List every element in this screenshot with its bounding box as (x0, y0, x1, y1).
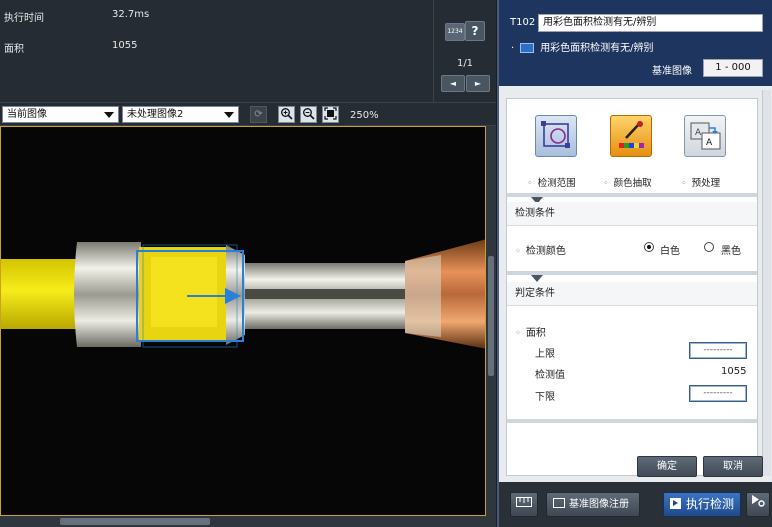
image-viewport[interactable] (0, 126, 486, 516)
ok-button[interactable]: 确定 (637, 456, 697, 477)
ref-image-label: 基准图像 (652, 66, 692, 77)
color-picker-icon (619, 121, 644, 148)
tool-name-field[interactable]: 用彩色面积检测有无/辨别 (538, 14, 763, 32)
settings-panel: AA ◦ 检测范围 ◦ 颜色抽取 ◦ 预处理 检测条件 ◦ 检测颜色 白色 黑色 判定条… (497, 86, 772, 482)
svg-text:A: A (695, 128, 702, 138)
upper-limit-label: 上限 (535, 349, 555, 360)
lower-limit-input[interactable]: --------- (689, 385, 747, 402)
number-display-button[interactable]: 1234 (445, 23, 465, 41)
image-source-dropdown-label: 未处理图像2 (127, 109, 184, 120)
inspection-image (1, 127, 485, 515)
scrollbar-thumb[interactable] (488, 256, 494, 376)
black-radio[interactable] (704, 242, 714, 252)
preprocess-button[interactable]: AA (684, 115, 726, 157)
refresh-icon: ⟳ (254, 109, 263, 120)
preprocess-icon: AA (690, 122, 721, 150)
section-divider (507, 419, 757, 423)
bottom-action-bar: 基准图像注册 执行检测 (497, 482, 772, 527)
zoom-out-button[interactable] (300, 106, 317, 123)
chevron-down-icon (104, 112, 114, 118)
exec-time-value: 32.7ms (112, 9, 150, 20)
viewport-horizontal-scrollbar[interactable] (0, 516, 496, 527)
svg-text:A: A (706, 138, 713, 148)
cancel-button[interactable]: 取消 (703, 456, 763, 477)
settings-card: AA ◦ 检测范围 ◦ 颜色抽取 ◦ 预处理 检测条件 ◦ 检测颜色 白色 黑色 判定条… (506, 98, 758, 476)
tool-header: T102 用彩色面积检测有无/辨别 · 用彩色面积检测有无/辨别 基准图像 1 -… (497, 0, 772, 86)
upper-limit-input[interactable]: --------- (689, 342, 747, 359)
scrollbar-thumb[interactable] (60, 518, 210, 525)
result-info-panel: 执行时间 32.7ms 面积 1055 (0, 0, 433, 103)
help-button[interactable]: ? (465, 21, 485, 41)
execute-detection-button[interactable]: 执行检测 (663, 492, 741, 517)
bullet-icon: · (511, 43, 515, 54)
detect-range-icon (541, 121, 570, 148)
detect-range-label: ◦ 检测范围 (527, 178, 576, 189)
area-label: 面积 (4, 44, 24, 55)
view-image-dropdown[interactable]: 当前图像 (2, 106, 119, 123)
white-radio[interactable] (644, 242, 654, 252)
ruler-icon (516, 497, 532, 507)
color-extract-button[interactable] (610, 115, 652, 157)
section-divider (507, 271, 757, 275)
detect-color-label: ◦ 检测颜色 (515, 246, 566, 257)
area-condition-label: ◦ 面积 (515, 328, 546, 339)
fit-to-window-button[interactable] (322, 106, 339, 123)
ref-image-select[interactable]: 1 - 000 (703, 59, 763, 77)
zoom-in-icon (281, 108, 293, 120)
prev-page-button[interactable]: ◄ (441, 75, 465, 92)
detect-range-button[interactable] (535, 115, 577, 157)
tool-id: T102 (510, 17, 536, 28)
black-label: 黑色 (721, 246, 741, 257)
gear-play-icon (752, 495, 765, 507)
color-extract-label: ◦ 颜色抽取 (603, 178, 652, 189)
zoom-level: 250% (350, 110, 379, 121)
execute-settings-button[interactable] (746, 492, 770, 517)
settings-scrollbar[interactable] (762, 90, 771, 476)
exec-time-label: 执行时间 (4, 13, 44, 24)
section-divider (507, 193, 757, 197)
caret-down-icon (531, 275, 543, 282)
area-value: 1055 (112, 40, 138, 51)
view-image-dropdown-label: 当前图像 (7, 109, 47, 120)
refresh-button[interactable]: ⟳ (250, 106, 267, 123)
measured-value-label: 检测值 (535, 370, 565, 381)
judge-condition-header: 判定条件 (507, 282, 757, 306)
register-image-icon (553, 498, 565, 508)
register-ref-image-button[interactable]: 基准图像注册 (546, 492, 640, 517)
zoom-in-button[interactable] (278, 106, 295, 123)
color-area-icon (520, 43, 535, 53)
image-toolbar: 当前图像 未处理图像2 ⟳ 250% (0, 103, 496, 126)
preprocess-label: ◦ 预处理 (681, 178, 721, 189)
tool-subtitle-text: 用彩色面积检测有无/辨别 (540, 43, 654, 54)
measured-value: 1055 (721, 366, 747, 377)
lower-limit-label: 下限 (535, 392, 555, 403)
viewport-vertical-scrollbar[interactable] (486, 126, 496, 516)
image-source-dropdown[interactable]: 未处理图像2 (122, 106, 239, 123)
chevron-down-icon (224, 112, 234, 118)
fit-window-icon (324, 107, 337, 120)
white-label: 白色 (660, 246, 680, 257)
detect-condition-header: 检测条件 (507, 202, 757, 226)
next-page-button[interactable]: ► (466, 75, 490, 92)
tool-subtitle: · 用彩色面积检测有无/辨别 (511, 39, 654, 54)
zoom-out-icon (303, 108, 315, 120)
play-icon (670, 498, 681, 509)
page-indicator: 1/1 (456, 58, 474, 69)
grid-view-button[interactable] (510, 492, 538, 517)
